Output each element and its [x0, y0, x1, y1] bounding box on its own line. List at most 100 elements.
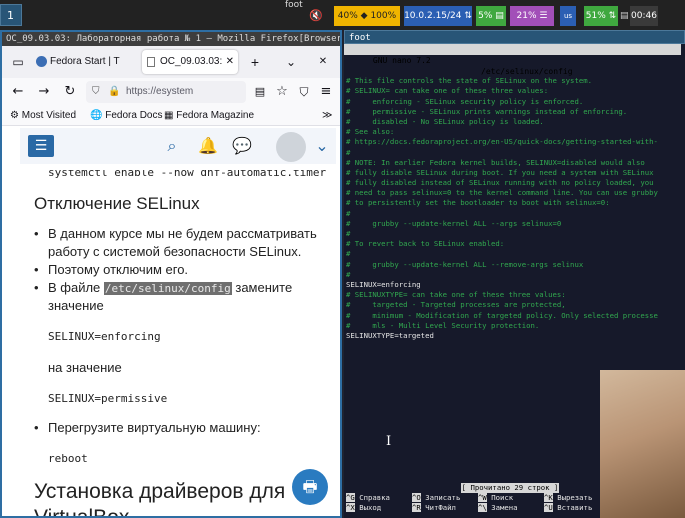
shortcut-search: ^W Поиск — [478, 493, 513, 503]
shortcut-key: ^R — [412, 503, 421, 512]
shortcut-key: ^G — [346, 493, 355, 502]
shortcut-exit: ^X Выход — [346, 503, 381, 513]
editor-line[interactable]: # SELINUX= can take one of these three v… — [346, 86, 682, 96]
new-tab-button[interactable]: + — [248, 50, 262, 74]
editor-line[interactable]: SELINUX=enforcing — [346, 280, 682, 290]
list-item-text: замените — [231, 280, 293, 295]
chevron-down-icon[interactable]: ⌄ — [310, 134, 334, 158]
editor-line[interactable]: # NOTE: In earlier Fedora kernel builds,… — [346, 158, 682, 168]
nano-editor-text[interactable]: # This file controls the state of SELinu… — [346, 66, 682, 341]
shortcut-read-file: ^R ЧитФайл — [412, 503, 456, 513]
bookmarks-overflow-button[interactable]: ≫ — [322, 106, 332, 126]
bookmark-fedora-magazine[interactable]: ▦ Fedora Magazine — [164, 106, 254, 126]
paragraph: на значение — [48, 360, 122, 375]
shield-icon[interactable]: ⛉ — [92, 81, 100, 103]
list-item-text: Перегрузите виртуальную машину: — [48, 420, 261, 435]
tab-bar: ▭ Fedora Start | T OC_09.03.03: ✕ + ⌄ ✕ — [2, 46, 340, 78]
chat-icon[interactable]: 💬 — [230, 134, 254, 158]
shortcut-help: ^G Справка — [346, 493, 390, 503]
editor-line[interactable]: # — [346, 249, 682, 259]
editor-line[interactable]: # permissive - SELinux prints warnings i… — [346, 107, 682, 117]
tab-list-icon[interactable]: ▭ — [8, 50, 28, 74]
editor-line[interactable]: # — [346, 270, 682, 280]
shortcut-write: ^O Записать — [412, 493, 460, 503]
editor-line[interactable]: SELINUXTYPE=targeted — [346, 331, 682, 341]
shortcut-label: Справка — [359, 493, 390, 502]
editor-line[interactable]: # targeted - Targeted processes are prot… — [346, 300, 682, 310]
editor-line[interactable]: # — [346, 229, 682, 239]
close-icon[interactable]: ✕ — [316, 50, 330, 74]
bookmark-fedora-docs[interactable]: 🌐 Fedora Docs — [90, 106, 162, 126]
editor-line[interactable]: # fully disabled instead of SELinux runn… — [346, 178, 682, 188]
list-item: В данном курсе мы не будем рассматривать — [34, 226, 317, 241]
list-item-text: Поэтому отключим его. — [48, 262, 189, 277]
editor-line[interactable]: # need to pass selinux=0 to the kernel c… — [346, 188, 682, 198]
editor-line[interactable]: # SELINUXTYPE= can take one of these thr… — [346, 290, 682, 300]
text-cursor-icon: I — [386, 434, 392, 449]
reload-icon[interactable]: ↻ — [60, 82, 80, 102]
close-icon[interactable]: ✕ — [226, 50, 234, 74]
pocket-icon[interactable]: ⛉ — [294, 82, 314, 102]
editor-line[interactable] — [346, 66, 682, 76]
list-item-text: работу с системой безопасности SELinux. — [48, 244, 302, 259]
hamburger-menu-icon[interactable]: ☰ — [28, 135, 54, 157]
tab-fedora-start[interactable]: Fedora Start | T — [32, 50, 138, 74]
nano-status-message: [ Прочитано 29 строк ] — [461, 483, 559, 493]
page-content: systemctl enable --now dnf-automatic.tim… — [2, 170, 340, 516]
back-arrow-icon[interactable]: ← — [8, 82, 28, 102]
top-status-bar: 1 foot 🔇 40% ◆ 100% 10.0.2.15/24 ⇅ 5% ▤ … — [0, 0, 685, 30]
code-snippet: systemctl enable --now dnf-automatic.tim… — [48, 170, 327, 179]
print-icon[interactable]: 🖶 — [292, 469, 328, 505]
speaker-muted-icon[interactable]: 🔇 — [306, 6, 326, 26]
section-heading: VirtualBox — [34, 506, 129, 516]
fedora-icon — [36, 56, 47, 67]
forward-arrow-icon[interactable]: → — [34, 82, 54, 102]
shortcut-key: ^\ — [478, 503, 487, 512]
editor-line[interactable]: # enforcing - SELinux security policy is… — [346, 97, 682, 107]
search-icon[interactable]: ⌕ — [160, 134, 184, 158]
site-header: ☰ ⌕ 🔔 💬 ⌄ — [2, 126, 340, 170]
lock-icon[interactable]: 🔒 — [108, 81, 120, 103]
editor-line[interactable]: # This file controls the state of SELinu… — [346, 76, 682, 86]
editor-line[interactable]: # — [346, 148, 682, 158]
avatar[interactable] — [276, 132, 306, 162]
editor-line[interactable]: # disabled - No SELinux policy is loaded… — [346, 117, 682, 127]
editor-line[interactable]: # To revert back to SELinux enabled: — [346, 239, 682, 249]
editor-line[interactable]: # — [346, 209, 682, 219]
editor-line[interactable]: # to persistently set the bootloader to … — [346, 198, 682, 208]
workspace-button-1[interactable]: 1 — [0, 4, 22, 26]
bell-icon[interactable]: 🔔 — [196, 134, 220, 158]
clock: 00:46 — [630, 6, 658, 26]
editor-line[interactable]: # See also: — [346, 127, 682, 137]
site-header-bar: ☰ ⌕ 🔔 💬 ⌄ — [20, 128, 336, 164]
url-bar[interactable]: ⛉ 🔒 https://esystem — [86, 81, 246, 103]
editor-line[interactable]: # grubby --update-kernel ALL --remove-ar… — [346, 260, 682, 270]
shortcut-paste: ^U Вставить — [544, 503, 592, 513]
tab-lab-work[interactable]: OC_09.03.03: ✕ — [142, 50, 238, 74]
nano-header: GNU nano 7.2 /etc/selinux/config — [344, 44, 681, 76]
bookmark-most-visited[interactable]: ⚙ Most Visited — [10, 106, 76, 126]
bookmark-star-icon[interactable]: ☆ — [272, 82, 292, 102]
editor-line[interactable]: # https://docs.fedoraproject.org/en-US/q… — [346, 137, 682, 147]
section-heading: Установка драйверов для — [34, 480, 286, 503]
list-item-text: В данном курсе мы не будем рассматривать — [48, 226, 317, 241]
editor-line[interactable]: # minimum - Modification of targeted pol… — [346, 311, 682, 321]
tab-menu-button[interactable]: ⌄ — [284, 50, 298, 74]
code-snippet: SELINUX=permissive — [48, 392, 168, 405]
reader-mode-icon[interactable]: ▤ — [250, 82, 270, 102]
firefox-window: OC_09.03.03: Лабораторная работа № 1 — M… — [0, 30, 342, 518]
shortcut-label: Записать — [425, 493, 461, 502]
menu-icon[interactable]: ≡ — [316, 82, 336, 102]
memory-indicator: 21% ☰ — [510, 6, 554, 26]
editor-line[interactable]: # fully disable SELinux during boot. If … — [346, 168, 682, 178]
keyboard-layout-indicator[interactable]: us — [560, 6, 576, 26]
volume-indicator[interactable]: 51% ⇅ — [584, 6, 618, 26]
shortcut-replace: ^\ Замена — [478, 503, 518, 513]
list-item: Перегрузите виртуальную машину: — [34, 420, 261, 435]
shortcut-key: ^W — [478, 493, 487, 502]
shortcut-label: ЧитФайл — [425, 503, 456, 512]
editor-line[interactable]: # grubby --update-kernel ALL --args seli… — [346, 219, 682, 229]
gear-icon: ⚙ — [10, 110, 19, 121]
network-indicator: 10.0.2.15/24 ⇅ — [404, 6, 472, 26]
editor-line[interactable]: # mls - Multi Level Security protection. — [346, 321, 682, 331]
